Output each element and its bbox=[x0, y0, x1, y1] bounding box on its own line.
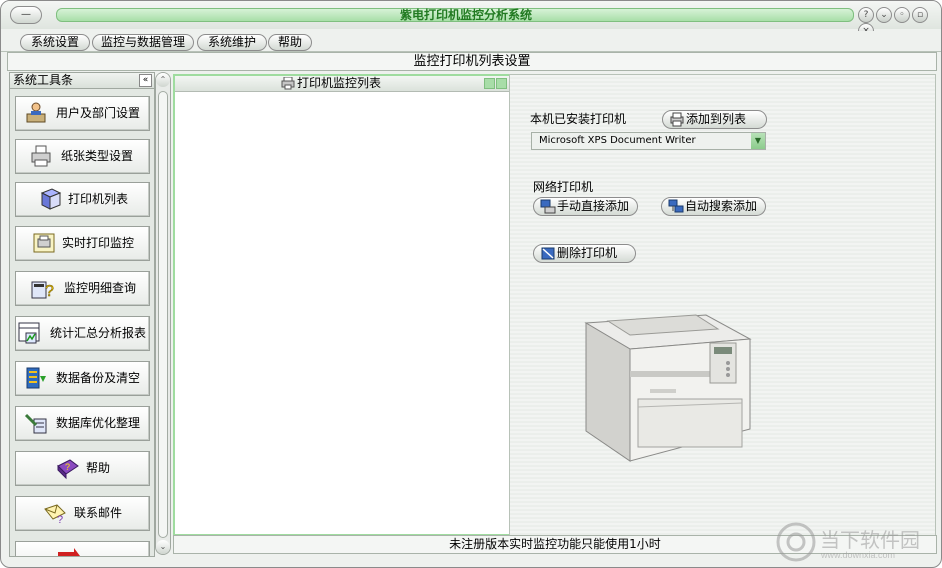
help-book-icon: ? bbox=[57, 459, 79, 480]
tool-statistics-report[interactable]: 统计汇总分析报表 bbox=[15, 316, 150, 351]
collapse-icon[interactable]: « bbox=[139, 74, 152, 87]
printer-paper-icon bbox=[31, 145, 51, 167]
tool-label: 打印机列表 bbox=[68, 192, 129, 206]
tool-label: 联系邮件 bbox=[74, 506, 123, 520]
minimize-icon[interactable]: ⌄ bbox=[876, 7, 892, 23]
mail-envelope-icon: ? bbox=[44, 504, 66, 525]
manual-add-button[interactable]: 手动直接添加 bbox=[533, 197, 638, 216]
restore-icon[interactable]: ◦ bbox=[894, 7, 910, 23]
printer-monitor-icon bbox=[33, 233, 55, 253]
network-search-icon bbox=[668, 199, 684, 213]
tool-help[interactable]: ? 帮助 bbox=[15, 451, 150, 486]
watermark-url: www.downxia.com bbox=[821, 550, 896, 560]
printer-add-icon bbox=[670, 112, 684, 127]
button-label: 添加到列表 bbox=[686, 112, 747, 126]
menu-monitor-data[interactable]: 监控与数据管理 bbox=[92, 34, 194, 51]
tool-printer-list[interactable]: 打印机列表 bbox=[15, 182, 150, 217]
toolbox-header: 系统工具条 « bbox=[10, 73, 154, 89]
list-header-controls bbox=[483, 78, 507, 93]
tool-label: 统计汇总分析报表 bbox=[50, 326, 147, 340]
tool-label: 用户及部门设置 bbox=[56, 106, 141, 120]
printer-cube-icon bbox=[40, 188, 62, 210]
toolbox-panel: 系统工具条 « 用户及部门设置 纸张类型设置 打印机列表 实时打印监控 ? 监控… bbox=[9, 72, 155, 557]
toolbox-scrollbar[interactable]: ⌃ ⌄ bbox=[155, 72, 171, 555]
watermark: 当下软件园 www.downxia.com bbox=[774, 520, 939, 565]
tool-realtime-monitor[interactable]: 实时打印监控 bbox=[15, 226, 150, 261]
tool-detail-query[interactable]: ? 监控明细查询 bbox=[15, 271, 150, 306]
tool-contact-mail[interactable]: ? 联系邮件 bbox=[15, 496, 150, 531]
spreadsheet-chart-icon bbox=[18, 322, 40, 344]
printer-list-icon bbox=[281, 77, 295, 90]
menu-system-maintenance[interactable]: 系统维护 bbox=[197, 34, 267, 51]
tool-label: 数据备份及清空 bbox=[56, 371, 141, 385]
printer-settings-panel: 本机已安装打印机 添加到列表 Microsoft XPS Document Wr… bbox=[509, 74, 936, 536]
network-printers-label: 网络打印机 bbox=[533, 180, 594, 194]
button-label: 手动直接添加 bbox=[557, 199, 630, 213]
delete-printer-icon bbox=[541, 247, 555, 260]
page-title: 监控打印机列表设置 bbox=[7, 52, 937, 71]
tool-paper-type[interactable]: 纸张类型设置 bbox=[15, 139, 150, 174]
scroll-up-icon[interactable]: ⌃ bbox=[156, 73, 170, 87]
menu-help[interactable]: 帮助 bbox=[268, 34, 312, 51]
installed-printer-select[interactable]: Microsoft XPS Document Writer ▼ bbox=[531, 132, 766, 150]
toolbox-title: 系统工具条 bbox=[13, 73, 74, 87]
network-printer-icon bbox=[540, 199, 556, 214]
svg-text:?: ? bbox=[65, 462, 70, 472]
calculator-question-icon: ? bbox=[31, 281, 54, 300]
window-title: 紫电打印机监控分析系统 bbox=[399, 8, 532, 22]
installed-printers-label: 本机已安装打印机 bbox=[530, 112, 627, 126]
tool-label: 监控明细查询 bbox=[64, 281, 137, 295]
help-control-icon[interactable]: ? bbox=[858, 7, 874, 23]
add-to-list-button[interactable]: 添加到列表 bbox=[662, 110, 767, 129]
tool-label: 数据库优化整理 bbox=[56, 416, 141, 430]
check-icon[interactable] bbox=[484, 78, 495, 89]
svg-text:?: ? bbox=[45, 283, 54, 300]
tool-user-department[interactable]: 用户及部门设置 bbox=[15, 96, 150, 131]
exit-icon bbox=[58, 548, 80, 556]
database-tools-icon bbox=[24, 413, 47, 434]
auto-search-add-button[interactable]: 自动搜索添加 bbox=[661, 197, 766, 216]
watermark-text: 当下软件园 bbox=[820, 528, 920, 552]
list-header: 打印机监控列表 bbox=[175, 76, 509, 92]
tool-label: 实时打印监控 bbox=[62, 236, 135, 250]
delete-printer-button[interactable]: 删除打印机 bbox=[533, 244, 636, 263]
title-bar: — 紫电打印机监控分析系统 ?⌄◦▫× bbox=[1, 1, 941, 39]
menu-bar: 系统设置 监控与数据管理 系统维护 帮助 bbox=[1, 31, 941, 52]
tool-label: 帮助 bbox=[86, 461, 111, 475]
tool-database-optimize[interactable]: 数据库优化整理 bbox=[15, 406, 150, 441]
selected-printer: Microsoft XPS Document Writer bbox=[539, 135, 696, 146]
watermark-logo-icon bbox=[776, 522, 816, 562]
scroll-down-icon[interactable]: ⌄ bbox=[156, 540, 170, 554]
user-at-desk-icon bbox=[26, 102, 46, 123]
grid-icon[interactable] bbox=[496, 78, 507, 89]
printer-monitor-list[interactable]: 打印机监控列表 bbox=[173, 74, 511, 536]
list-title: 打印机监控列表 bbox=[297, 76, 382, 90]
tool-data-backup[interactable]: 数据备份及清空 bbox=[15, 361, 150, 396]
maximize-icon[interactable]: ▫ bbox=[912, 7, 928, 23]
tool-label: 纸张类型设置 bbox=[61, 149, 134, 163]
menu-system-settings[interactable]: 系统设置 bbox=[20, 34, 90, 51]
dropdown-arrow-icon[interactable]: ▼ bbox=[751, 133, 765, 149]
tool-exit[interactable] bbox=[15, 541, 150, 556]
app-window: — 紫电打印机监控分析系统 ?⌄◦▫× 系统设置 监控与数据管理 系统维护 帮助… bbox=[0, 0, 942, 568]
button-label: 删除打印机 bbox=[557, 246, 618, 260]
svg-text:?: ? bbox=[57, 514, 63, 525]
button-label: 自动搜索添加 bbox=[685, 199, 758, 213]
scroll-thumb[interactable] bbox=[158, 91, 168, 538]
database-backup-icon bbox=[26, 367, 46, 389]
printer-image bbox=[584, 314, 752, 462]
